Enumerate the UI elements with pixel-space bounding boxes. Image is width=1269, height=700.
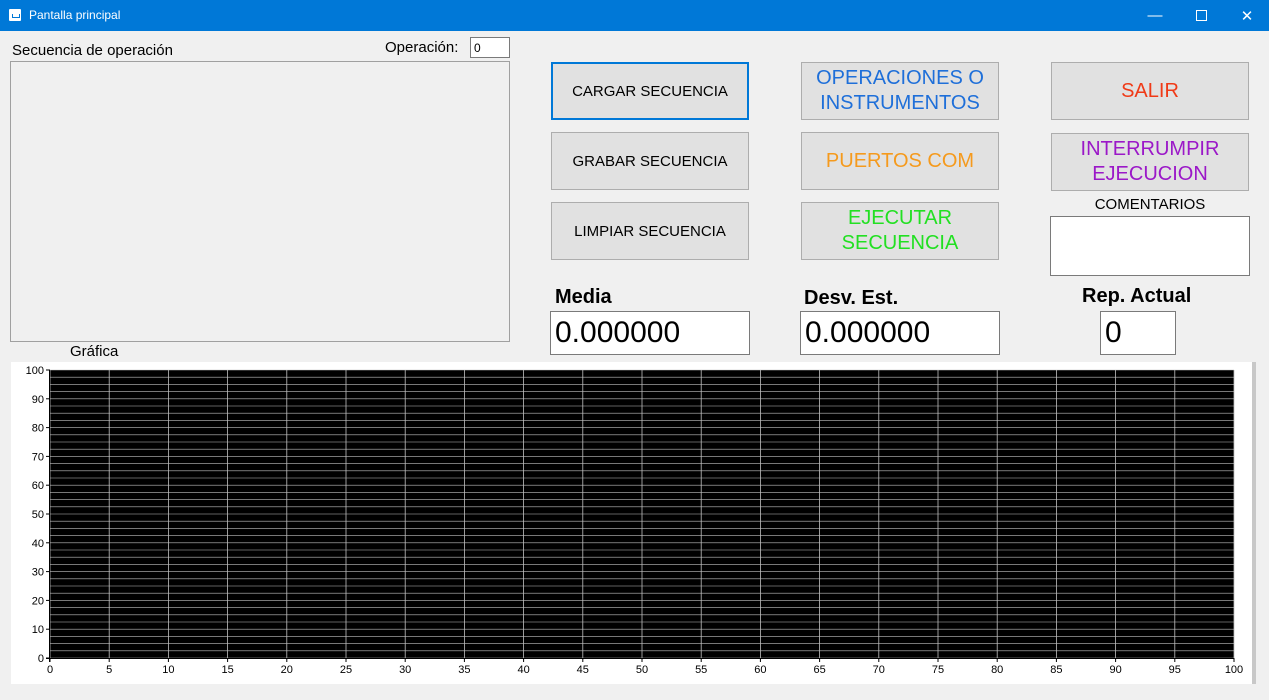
y-tick-label: 20 — [32, 595, 44, 607]
y-tick-label: 60 — [32, 480, 44, 492]
ejecutar-secuencia-button[interactable]: EJECUTAR SECUENCIA — [801, 202, 999, 260]
y-tick-label: 50 — [32, 509, 44, 521]
x-tick-label: 85 — [1050, 664, 1062, 676]
salir-button[interactable]: SALIR — [1051, 62, 1249, 120]
x-tick-label: 40 — [517, 664, 529, 676]
salir-label: SALIR — [1121, 79, 1179, 102]
cargar-secuencia-label: CARGAR SECUENCIA — [572, 82, 728, 100]
limpiar-secuencia-button[interactable]: LIMPIAR SECUENCIA — [551, 202, 749, 260]
y-tick-label: 100 — [26, 365, 44, 377]
y-tick-label: 70 — [32, 451, 44, 463]
grabar-secuencia-button[interactable]: GRABAR SECUENCIA — [551, 132, 749, 190]
x-tick-label: 65 — [813, 664, 825, 676]
x-tick-label: 45 — [577, 664, 589, 676]
operation-label: Operación: — [385, 39, 459, 56]
y-tick-label: 10 — [32, 624, 44, 636]
rep-actual-label: Rep. Actual — [1082, 285, 1192, 307]
x-tick-label: 95 — [1169, 664, 1181, 676]
operaciones-label-line2: INSTRUMENTOS — [820, 92, 980, 114]
x-tick-label: 60 — [754, 664, 766, 676]
y-tick-label: 0 — [38, 653, 44, 665]
operaciones-label-line1: OPERACIONES O — [816, 67, 984, 89]
chart: 0 10 20 30 40 50 60 70 80 90 100 0 5 10 15 20 25 30 35 40 45… — [26, 365, 1244, 676]
comentarios-label: COMENTARIOS — [1094, 196, 1206, 213]
x-tick-label: 0 — [47, 664, 53, 676]
ejecutar-label-line1: EJECUTAR — [847, 207, 953, 229]
x-tick-label: 55 — [695, 664, 707, 676]
x-tick-label: 80 — [991, 664, 1003, 676]
x-tick-label: 30 — [399, 664, 411, 676]
grabar-secuencia-label: GRABAR SECUENCIA — [572, 152, 728, 170]
y-tick-label: 30 — [32, 567, 44, 579]
media-label: Media — [555, 286, 612, 308]
form-icon — [9, 9, 21, 21]
x-tick-label: 15 — [221, 664, 233, 676]
operaciones-instrumentos-button[interactable]: OPERACIONES O INSTRUMENTOS — [801, 62, 999, 120]
chart-area: 0 10 20 30 40 50 60 70 80 90 100 0 5 10 15 20 25 30 35 40 45… — [11, 362, 1256, 684]
x-tick-label: 5 — [106, 664, 112, 676]
grafica-label: Gráfica — [70, 343, 119, 360]
minimize-icon[interactable]: — — [1132, 0, 1178, 31]
x-tick-label: 35 — [458, 664, 470, 676]
rep-actual-field[interactable]: 0 — [1100, 311, 1176, 355]
close-icon[interactable]: ✕ — [1224, 0, 1269, 31]
comentarios-field[interactable] — [1050, 216, 1250, 276]
x-tick-label: 10 — [162, 664, 174, 676]
cargar-secuencia-button[interactable]: CARGAR SECUENCIA — [551, 62, 749, 120]
x-tick-label: 100 — [1225, 664, 1243, 676]
sequence-label: Secuencia de operación — [12, 42, 173, 59]
window-title: Pantalla principal — [29, 8, 121, 22]
interrumpir-ejecucion-button[interactable]: INTERRUMPIR EJECUCION — [1051, 133, 1249, 191]
operation-field[interactable]: 0 — [470, 37, 510, 58]
x-tick-label: 50 — [636, 664, 648, 676]
y-tick-label: 40 — [32, 538, 44, 550]
puertos-com-label: PUERTOS COM — [825, 149, 975, 172]
x-tick-label: 90 — [1109, 664, 1121, 676]
limpiar-secuencia-label: LIMPIAR SECUENCIA — [574, 222, 726, 240]
x-tick-label: 25 — [340, 664, 352, 676]
interrumpir-label-line1: INTERRUMPIR — [1080, 138, 1220, 160]
x-tick-label: 20 — [281, 664, 293, 676]
ejecutar-label-line2: SECUENCIA — [841, 232, 959, 254]
sequence-list[interactable] — [10, 61, 510, 342]
desv-est-field[interactable]: 0.000000 — [800, 311, 1000, 355]
y-tick-label: 90 — [32, 394, 44, 406]
x-tick-label: 70 — [873, 664, 885, 676]
media-field[interactable]: 0.000000 — [550, 311, 750, 355]
y-tick-label: 80 — [32, 423, 44, 435]
x-tick-label: 75 — [932, 664, 944, 676]
puertos-com-button[interactable]: PUERTOS COM — [801, 132, 999, 190]
title-bar: Pantalla principal — ✕ — [0, 0, 1269, 31]
desv-est-label: Desv. Est. — [804, 287, 899, 309]
interrumpir-label-line2: EJECUCION — [1092, 163, 1208, 185]
maximize-icon[interactable] — [1178, 0, 1224, 31]
